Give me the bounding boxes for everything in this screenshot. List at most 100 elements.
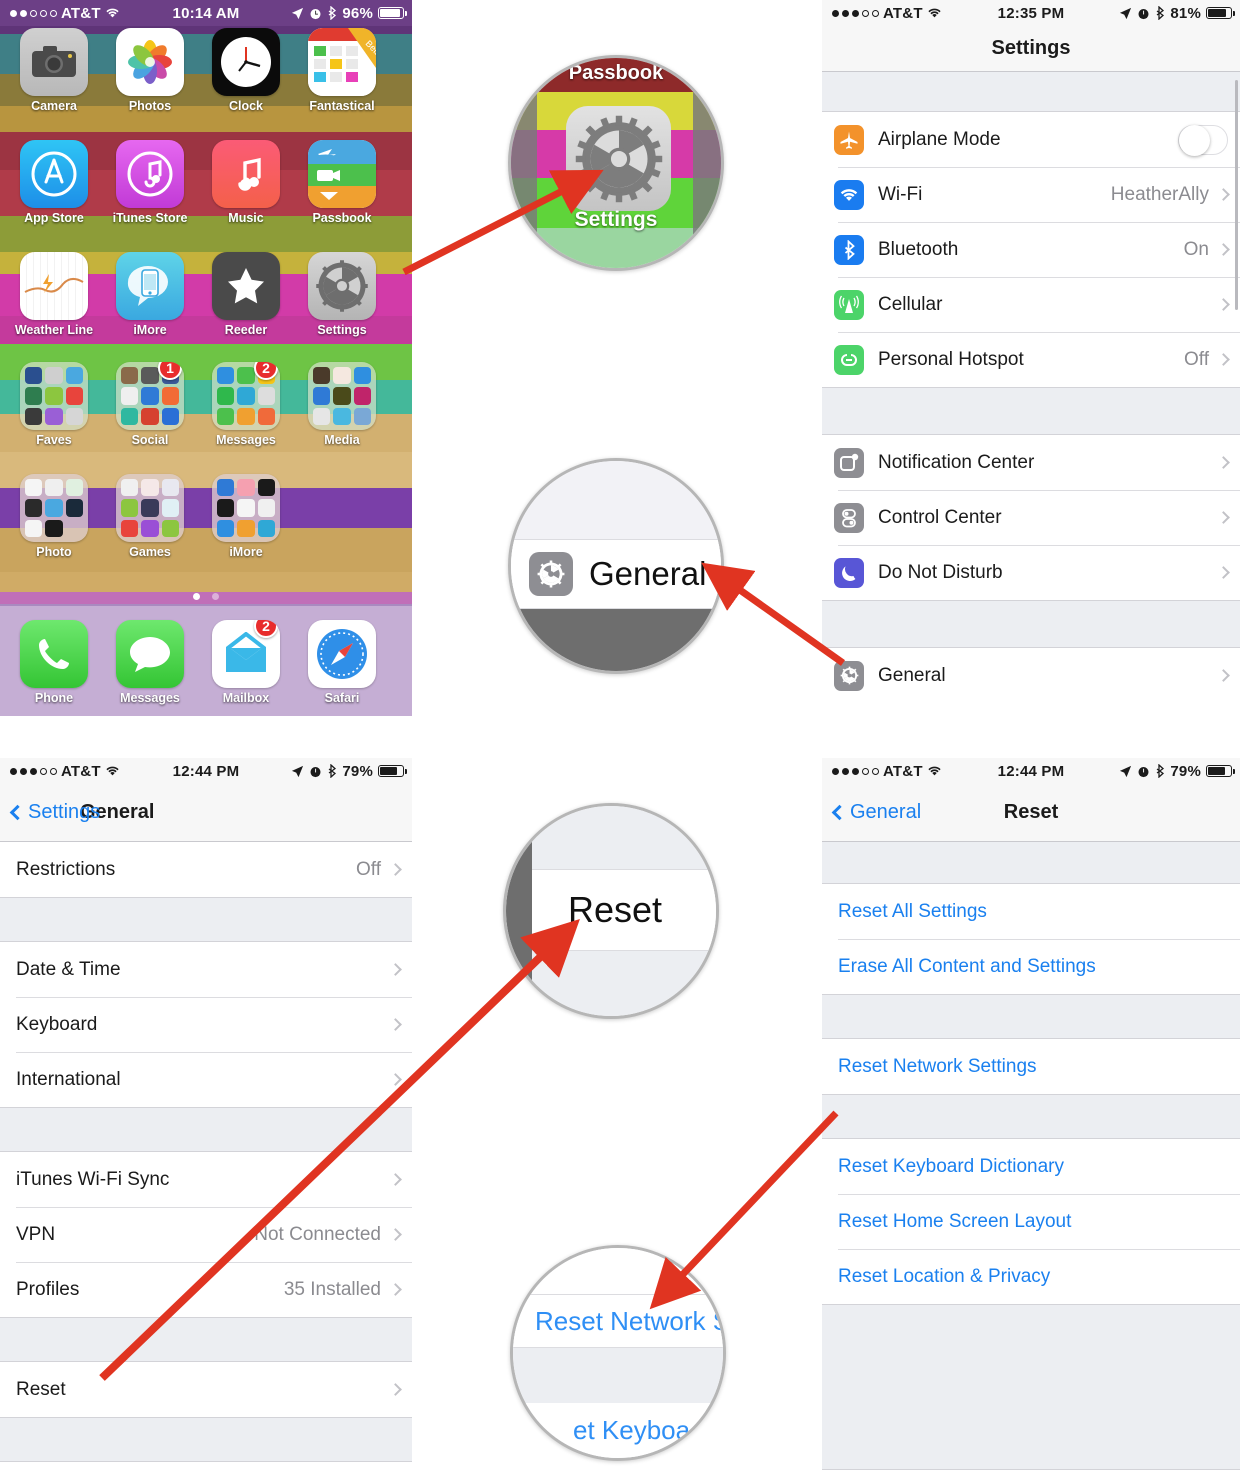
chevron-right-icon bbox=[389, 1018, 402, 1031]
general-row-international[interactable]: International bbox=[0, 1052, 412, 1107]
row-label: Profiles bbox=[16, 1278, 80, 1300]
home-app-camera[interactable]: Camera bbox=[8, 28, 100, 113]
reset-row-reset-all-settings[interactable]: Reset All Settings bbox=[822, 884, 1240, 939]
dock-app-messages[interactable]: Messages bbox=[104, 620, 196, 705]
settings-gear-icon bbox=[834, 660, 864, 691]
row-label: Bluetooth bbox=[878, 238, 959, 260]
folder-label: Games bbox=[129, 545, 171, 559]
settings-row-notification-center[interactable]: Notification Center bbox=[822, 435, 1240, 490]
general-row-keyboard[interactable]: Keyboard bbox=[0, 997, 412, 1052]
reset-row-erase-all-content[interactable]: Erase All Content and Settings bbox=[822, 939, 1240, 994]
chevron-right-icon bbox=[1217, 188, 1230, 201]
row-label: Restrictions bbox=[16, 858, 116, 880]
carrier-label: AT&T bbox=[883, 762, 923, 780]
battery-icon bbox=[378, 765, 407, 777]
passbook-icon bbox=[308, 140, 376, 208]
general-row-profiles[interactable]: Profiles 35 Installed bbox=[0, 1262, 412, 1317]
settings-row-bluetooth[interactable]: Bluetooth On bbox=[822, 222, 1240, 277]
reset-group-network: Reset Network Settings bbox=[822, 1039, 1240, 1094]
home-folder-photo[interactable]: Photo bbox=[8, 474, 100, 559]
reset-group-all: Reset All Settings Erase All Content and… bbox=[822, 884, 1240, 994]
home-folder-social[interactable]: 1 Social bbox=[104, 362, 196, 447]
home-folder-games[interactable]: Games bbox=[104, 474, 196, 559]
battery-percent: 81% bbox=[1170, 4, 1201, 22]
general-row-itunes-wifi-sync[interactable]: iTunes Wi-Fi Sync bbox=[0, 1152, 412, 1207]
general-row-reset[interactable]: Reset bbox=[0, 1362, 412, 1417]
reset-row-reset-location-privacy[interactable]: Reset Location & Privacy bbox=[822, 1249, 1240, 1304]
home-app-weather-line[interactable]: Weather Line bbox=[8, 252, 100, 337]
general-row-restrictions[interactable]: Restrictions Off bbox=[0, 842, 412, 897]
dock-app-mailbox[interactable]: 2 Mailbox bbox=[200, 620, 292, 705]
row-value: HeatherAlly bbox=[1110, 183, 1209, 205]
home-app-passbook[interactable]: Passbook bbox=[296, 140, 388, 225]
chevron-right-icon bbox=[1217, 456, 1230, 469]
callout-label-settings: Settings bbox=[574, 208, 658, 231]
settings-row-personal-hotspot[interactable]: Personal Hotspot Off bbox=[822, 332, 1240, 387]
carrier-label: AT&T bbox=[61, 762, 101, 780]
imore-icon bbox=[116, 252, 184, 320]
row-label: iTunes Wi-Fi Sync bbox=[16, 1168, 170, 1190]
settings-row-do-not-disturb[interactable]: Do Not Disturb bbox=[822, 545, 1240, 600]
camera-icon bbox=[20, 28, 88, 96]
chevron-right-icon bbox=[389, 1228, 402, 1241]
settings-row-cellular[interactable]: Cellular bbox=[822, 277, 1240, 332]
list-group-gap bbox=[822, 600, 1240, 648]
home-app-settings[interactable]: Settings bbox=[296, 252, 388, 337]
app-badge: 2 bbox=[254, 620, 278, 638]
settings-row-control-center[interactable]: Control Center bbox=[822, 490, 1240, 545]
home-folder-messages[interactable]: 2 Messages bbox=[200, 362, 292, 447]
dock-app-safari[interactable]: Safari bbox=[296, 620, 388, 705]
clock-icon bbox=[212, 28, 280, 96]
app-label: Messages bbox=[120, 691, 180, 705]
folder-icon bbox=[20, 474, 88, 542]
location-arrow-icon bbox=[292, 7, 304, 19]
location-arrow-icon bbox=[1120, 765, 1132, 777]
back-button[interactable]: General bbox=[822, 801, 921, 824]
home-folder-media[interactable]: Media bbox=[296, 362, 388, 447]
home-app-imore[interactable]: iMore bbox=[104, 252, 196, 337]
chevron-right-icon bbox=[1217, 243, 1230, 256]
airplane-mode-toggle[interactable] bbox=[1178, 124, 1228, 156]
folder-label: Faves bbox=[36, 433, 72, 447]
carrier-label: AT&T bbox=[883, 4, 923, 22]
callout-label-reset-keyboard-partial: et Keyboa bbox=[573, 1415, 691, 1445]
general-nav-bar: Settings General bbox=[0, 784, 412, 842]
home-app-fantastical[interactable]: Beta Fantastical bbox=[296, 28, 388, 113]
row-label: Personal Hotspot bbox=[878, 348, 1024, 370]
home-app-music[interactable]: Music bbox=[200, 140, 292, 225]
carrier-label: AT&T bbox=[61, 4, 101, 22]
home-app-app-store[interactable]: App Store bbox=[8, 140, 100, 225]
vertical-scrollbar[interactable] bbox=[1235, 80, 1238, 310]
row-label: Reset Location & Privacy bbox=[838, 1265, 1051, 1287]
row-label: Wi-Fi bbox=[878, 183, 923, 205]
home-folder-imore[interactable]: iMore bbox=[200, 474, 292, 559]
home-folder-faves[interactable]: Faves bbox=[8, 362, 100, 447]
airplane-icon bbox=[834, 124, 864, 155]
app-store-icon bbox=[20, 140, 88, 208]
reset-row-reset-home-screen-layout[interactable]: Reset Home Screen Layout bbox=[822, 1194, 1240, 1249]
settings-row-wifi[interactable]: Wi-Fi HeatherAlly bbox=[822, 167, 1240, 222]
back-button[interactable]: Settings bbox=[0, 801, 100, 824]
page-dots bbox=[0, 593, 412, 600]
settings-row-airplane-mode[interactable]: Airplane Mode bbox=[822, 112, 1240, 167]
control-center-icon bbox=[834, 502, 864, 533]
settings-row-general[interactable]: General bbox=[822, 648, 1240, 703]
home-app-reeder[interactable]: Reeder bbox=[200, 252, 292, 337]
general-row-date-time[interactable]: Date & Time bbox=[0, 942, 412, 997]
bluetooth-icon bbox=[328, 764, 337, 778]
chevron-right-icon bbox=[389, 1173, 402, 1186]
home-app-clock[interactable]: Clock bbox=[200, 28, 292, 113]
home-app-photos[interactable]: Photos bbox=[104, 28, 196, 113]
home-app-itunes-store[interactable]: iTunes Store bbox=[104, 140, 196, 225]
list-group-gap bbox=[0, 1417, 412, 1462]
reset-row-reset-keyboard-dictionary[interactable]: Reset Keyboard Dictionary bbox=[822, 1139, 1240, 1194]
reset-row-reset-network-settings[interactable]: Reset Network Settings bbox=[822, 1039, 1240, 1094]
row-label: Control Center bbox=[878, 506, 1002, 528]
general-row-vpn[interactable]: VPN Not Connected bbox=[0, 1207, 412, 1262]
notification-center-icon bbox=[834, 447, 864, 478]
callout-label-reset: Reset bbox=[568, 889, 663, 930]
list-group-gap bbox=[822, 1304, 1240, 1470]
settings-gear-icon[interactable] bbox=[566, 106, 671, 211]
wifi-icon bbox=[928, 766, 941, 776]
dock-app-phone[interactable]: Phone bbox=[8, 620, 100, 705]
